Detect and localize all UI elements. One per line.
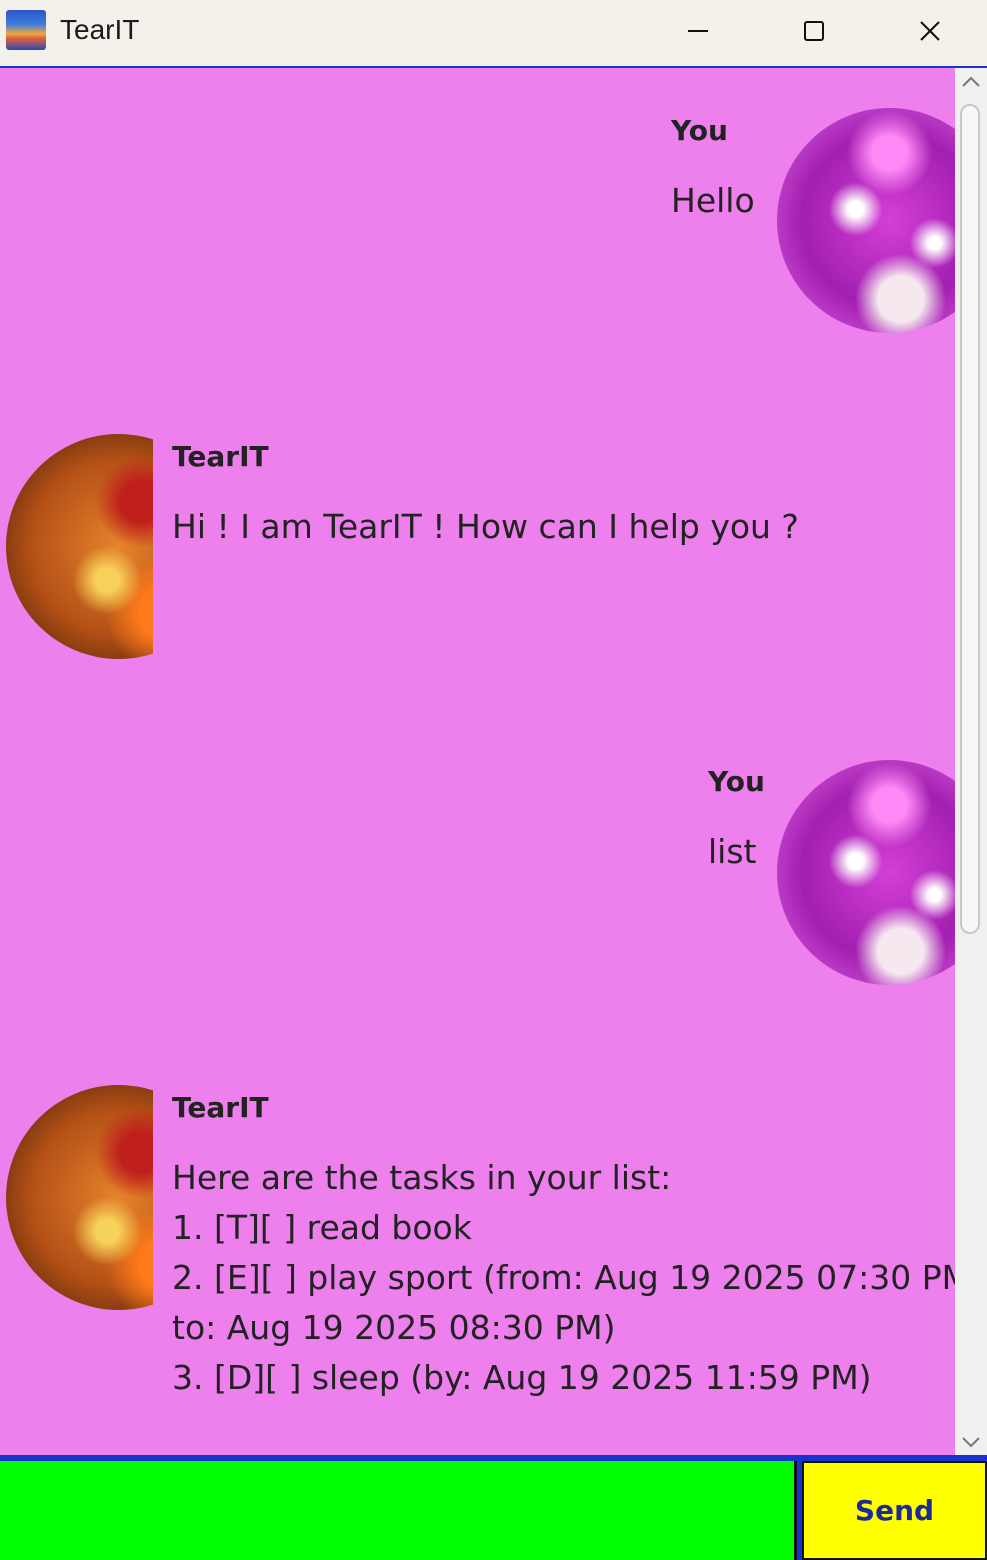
message-sender: You (671, 114, 728, 147)
title-bar: TearIT (0, 0, 987, 66)
minimize-icon (688, 30, 708, 32)
chat-scroll-pane[interactable]: You Hello TearIT Hi ! I am TearIT ! How … (0, 66, 955, 1455)
window-title: TearIT (60, 14, 140, 45)
user-avatar (777, 108, 955, 333)
message-sender: TearIT (172, 440, 269, 473)
message-text: Hello (671, 181, 755, 220)
message-text: Here are the tasks in your list: 1. [T][… (172, 1158, 955, 1397)
send-button[interactable]: Send (802, 1461, 987, 1560)
message-text: Hi ! I am TearIT ! How can I help you ? (172, 507, 799, 546)
user-avatar (777, 760, 955, 985)
message-input[interactable] (0, 1461, 797, 1560)
scrollbar-thumb[interactable] (960, 104, 980, 934)
message-text: list (708, 832, 757, 871)
close-button[interactable] (872, 0, 987, 62)
scroll-down-icon[interactable] (961, 1434, 981, 1450)
app-icon (6, 10, 46, 50)
message-sender: You (708, 765, 765, 798)
maximize-button[interactable] (756, 0, 872, 62)
maximize-icon (804, 21, 824, 41)
vertical-scrollbar[interactable] (955, 66, 987, 1455)
close-icon (919, 21, 940, 41)
scroll-up-icon[interactable] (961, 74, 981, 90)
message-sender: TearIT (172, 1091, 269, 1124)
minimize-button[interactable] (640, 0, 756, 62)
